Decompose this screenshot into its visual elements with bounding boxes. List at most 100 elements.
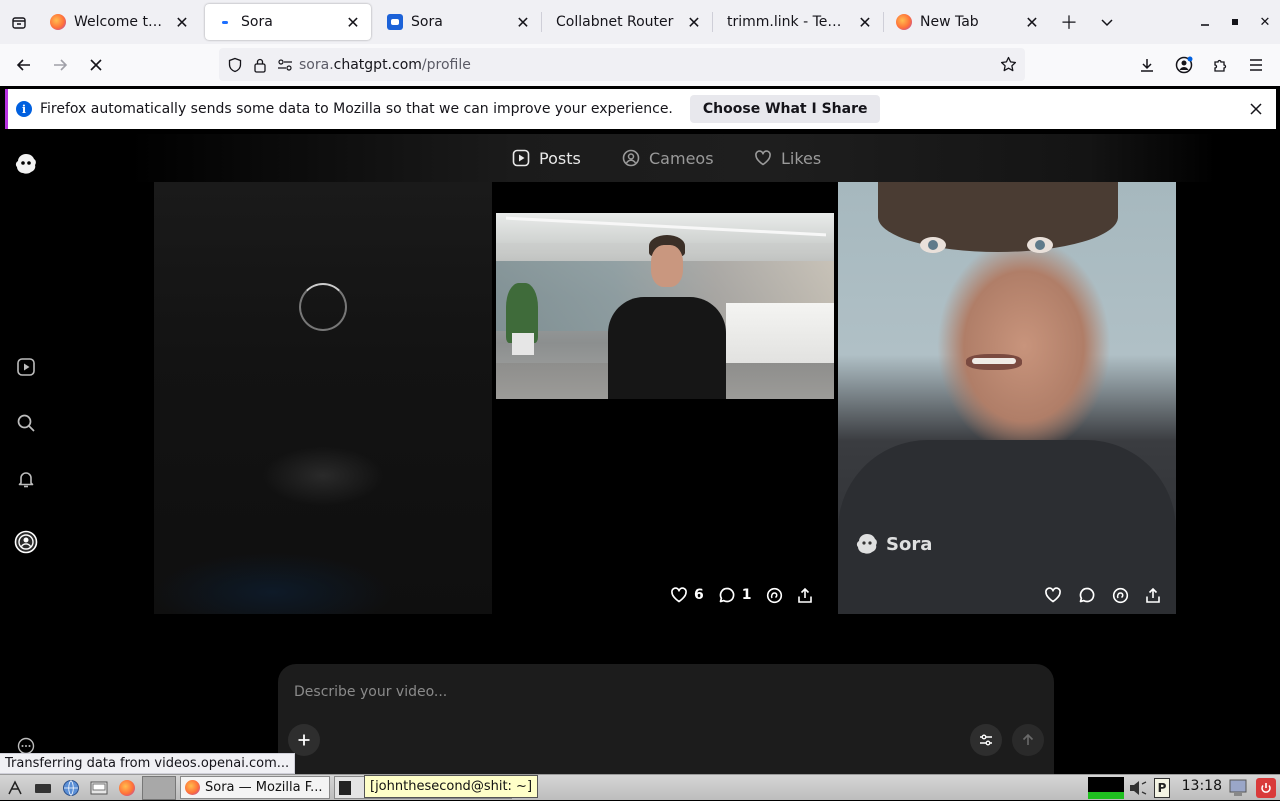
- close-icon[interactable]: ✕: [857, 13, 873, 32]
- file-manager-icon[interactable]: [86, 776, 112, 800]
- tracking-shield-icon[interactable]: [227, 57, 243, 73]
- tab-label: New Tab: [920, 14, 979, 30]
- firefox-launcher-icon[interactable]: [114, 776, 140, 800]
- info-icon: i: [16, 101, 32, 117]
- volume-icon[interactable]: [1128, 779, 1150, 801]
- account-icon[interactable]: [1166, 47, 1202, 83]
- hamburger-menu-icon[interactable]: [1238, 47, 1274, 83]
- tab-sora[interactable]: Sora ✕: [375, 4, 541, 40]
- workspace-switcher-icon[interactable]: [142, 775, 176, 800]
- remix-button[interactable]: [766, 587, 783, 604]
- post-actions: 6 1: [670, 586, 813, 604]
- choose-what-i-share-button[interactable]: Choose What I Share: [689, 95, 881, 123]
- tab-collabnet[interactable]: Collabnet Router ✕: [542, 4, 712, 40]
- feed-play-icon[interactable]: [14, 355, 38, 379]
- profile-avatar-icon[interactable]: [14, 530, 38, 554]
- extensions-puzzle-icon[interactable]: [1202, 47, 1238, 83]
- window-close-icon[interactable]: ✕: [1250, 0, 1280, 44]
- power-icon[interactable]: [1256, 778, 1276, 798]
- close-icon[interactable]: ✕: [174, 13, 190, 32]
- sora-icon: [217, 14, 233, 30]
- chevron-down-icon[interactable]: [1088, 4, 1126, 40]
- tab-label: Posts: [539, 148, 581, 168]
- back-arrow-icon[interactable]: [6, 47, 42, 83]
- tab-welcome[interactable]: Welcome to Firefox ✕: [38, 4, 200, 40]
- list-all-tabs-icon[interactable]: [0, 0, 38, 44]
- clipboard-icon[interactable]: P: [1154, 778, 1170, 798]
- close-icon[interactable]: ✕: [515, 13, 531, 32]
- post-tile-loading[interactable]: [154, 182, 492, 614]
- comment-button[interactable]: 1: [718, 586, 752, 604]
- data-collection-notification: i Firefox automatically sends some data …: [5, 89, 1276, 129]
- clock: 13:18: [1181, 778, 1222, 794]
- url-subdomain: sora.: [299, 56, 334, 73]
- remix-icon: [766, 587, 782, 603]
- prompt-input[interactable]: Describe your video...: [294, 684, 447, 700]
- firefox-icon: [185, 780, 200, 795]
- loading-spinner: [299, 283, 347, 331]
- show-desktop-icon[interactable]: [30, 776, 56, 800]
- tab-likes[interactable]: Likes: [754, 147, 821, 169]
- url-bar[interactable]: sora.chatgpt.com/profile: [219, 48, 1025, 81]
- url-text[interactable]: sora.chatgpt.com/profile: [299, 57, 471, 73]
- site-permissions-icon[interactable]: [277, 58, 293, 72]
- tab-trimm[interactable]: trimm.link - Tempora ✕: [713, 4, 883, 40]
- post-actions: [1044, 586, 1161, 604]
- search-icon[interactable]: [14, 411, 38, 435]
- task-firefox[interactable]: Sora — Mozilla F...: [180, 776, 330, 799]
- close-icon[interactable]: ✕: [686, 13, 702, 32]
- terminal-task-label: [johnthesecond@shit: ~]: [364, 775, 539, 798]
- tab-label: Cameos: [649, 148, 714, 168]
- tab-posts[interactable]: Posts: [512, 147, 581, 169]
- share-button[interactable]: [1145, 587, 1161, 604]
- post-tile[interactable]: Sora: [838, 182, 1176, 614]
- new-tab-plus-icon[interactable]: ＋: [1050, 4, 1088, 40]
- start-menu-icon[interactable]: [2, 776, 28, 800]
- share-upload-icon: [1146, 587, 1160, 603]
- url-path: /profile: [421, 56, 471, 73]
- like-count: 6: [694, 587, 704, 603]
- like-button[interactable]: [1044, 586, 1062, 604]
- video-prompt-composer: Describe your video...: [278, 664, 1054, 774]
- arrow-up-icon: [1022, 733, 1034, 745]
- maximize-icon[interactable]: [1220, 0, 1250, 44]
- remix-button[interactable]: [1112, 587, 1129, 604]
- lock-icon[interactable]: [253, 57, 267, 73]
- heart-icon: [671, 587, 687, 603]
- sora-blue-icon: [387, 14, 403, 30]
- tab-sora-active[interactable]: Sora ✕: [205, 4, 371, 40]
- submit-button[interactable]: [1012, 724, 1044, 756]
- network-globe-icon[interactable]: [58, 776, 84, 800]
- share-button[interactable]: [797, 587, 813, 604]
- add-attachment-button[interactable]: [288, 724, 320, 756]
- remix-icon: [1112, 587, 1129, 603]
- profile-tab-bar: Posts Cameos Likes: [0, 134, 1280, 182]
- minimize-icon[interactable]: [1190, 0, 1220, 44]
- notifications-bell-icon[interactable]: [14, 467, 38, 491]
- downloads-icon[interactable]: [1129, 47, 1165, 83]
- forward-arrow-icon[interactable]: [42, 47, 78, 83]
- post-tile[interactable]: 6 1: [496, 182, 834, 614]
- close-icon[interactable]: ✕: [1024, 13, 1040, 32]
- stop-loading-icon[interactable]: [78, 47, 114, 83]
- comment-count: 1: [741, 587, 752, 603]
- tab-strip: Welcome to Firefox ✕ Sora ✕ Sora ✕ Colla…: [0, 0, 1280, 44]
- close-icon[interactable]: [1246, 99, 1266, 119]
- comment-bubble-icon: [1079, 587, 1095, 603]
- heart-icon: [1045, 587, 1061, 603]
- settings-sliders-button[interactable]: [970, 724, 1002, 756]
- person-circle-icon: [622, 149, 640, 167]
- sora-logo-icon[interactable]: [14, 152, 38, 176]
- sora-logo-icon: [856, 534, 877, 554]
- cpu-monitor-icon: [1088, 777, 1124, 799]
- user-switch-icon[interactable]: [1228, 779, 1248, 801]
- tab-cameos[interactable]: Cameos: [622, 147, 714, 169]
- navigation-toolbar: sora.chatgpt.com/profile: [0, 44, 1280, 86]
- play-square-icon: [512, 149, 530, 167]
- tab-new-tab[interactable]: New Tab ✕: [884, 4, 1050, 40]
- bookmark-star-icon[interactable]: [1000, 56, 1017, 73]
- heart-icon: [755, 150, 771, 166]
- like-button[interactable]: 6: [670, 586, 704, 604]
- comment-button[interactable]: [1078, 586, 1096, 604]
- close-icon[interactable]: ✕: [345, 13, 361, 32]
